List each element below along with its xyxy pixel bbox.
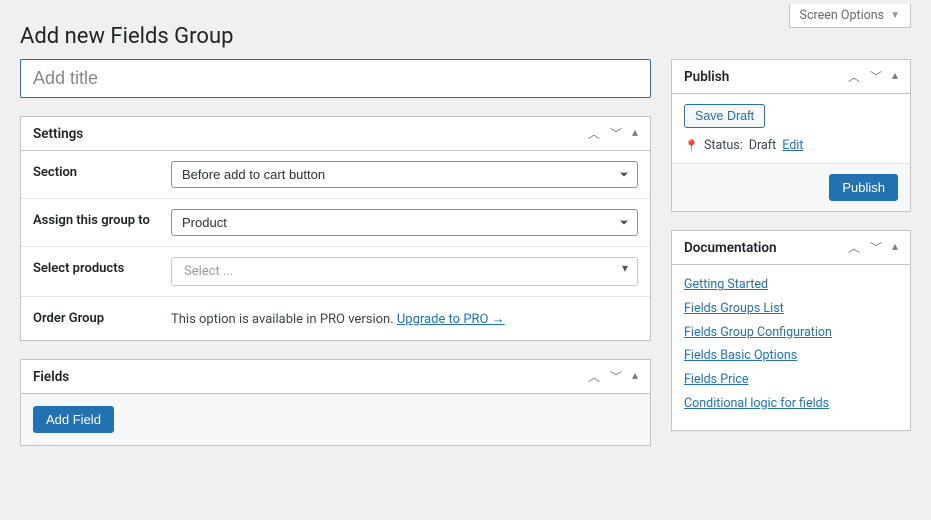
section-label: Section xyxy=(21,151,171,198)
move-down-icon[interactable]: ﹀ xyxy=(610,125,622,142)
move-up-icon[interactable]: ︿ xyxy=(848,239,860,256)
settings-heading: Settings xyxy=(33,126,83,142)
fields-header: Fields ︿ ﹀ ▴ xyxy=(21,360,650,394)
select-products-select[interactable]: Select ... xyxy=(171,257,638,286)
fields-box: Fields ︿ ﹀ ▴ Add Field xyxy=(20,359,651,446)
status-label: Status: xyxy=(704,138,743,153)
doc-link[interactable]: Fields Groups List xyxy=(684,297,898,321)
publish-box: Publish ︿ ﹀ ▴ Save Draft 📍 Status: Draft… xyxy=(671,59,911,212)
doc-link[interactable]: Fields Basic Options xyxy=(684,344,898,368)
move-down-icon[interactable]: ﹀ xyxy=(610,368,622,385)
add-field-button[interactable]: Add Field xyxy=(33,406,114,433)
doc-link[interactable]: Fields Price xyxy=(684,368,898,392)
toggle-panel-icon[interactable]: ▴ xyxy=(632,125,638,142)
documentation-box: Documentation ︿ ﹀ ▴ Getting Started Fiel… xyxy=(671,230,911,431)
documentation-header: Documentation ︿ ﹀ ▴ xyxy=(672,231,910,265)
assign-select[interactable]: Product xyxy=(171,209,638,236)
select-products-label: Select products xyxy=(21,247,171,296)
doc-link[interactable]: Fields Group Configuration xyxy=(684,321,898,345)
toggle-panel-icon[interactable]: ▴ xyxy=(632,368,638,385)
doc-link[interactable]: Getting Started xyxy=(684,273,898,297)
move-up-icon[interactable]: ︿ xyxy=(588,125,600,142)
doc-link[interactable]: Conditional logic for fields xyxy=(684,392,898,416)
settings-box: Settings ︿ ﹀ ▴ Section Before add to c xyxy=(20,116,651,341)
move-up-icon[interactable]: ︿ xyxy=(588,368,600,385)
upgrade-pro-link[interactable]: Upgrade to PRO → xyxy=(397,312,505,327)
screen-options-label: Screen Options xyxy=(800,8,885,23)
publish-header: Publish ︿ ﹀ ▴ xyxy=(672,60,910,94)
chevron-down-icon: ▼ xyxy=(890,10,900,21)
screen-options-tab[interactable]: Screen Options ▼ xyxy=(789,4,911,28)
publish-heading: Publish xyxy=(684,69,729,85)
status-value: Draft xyxy=(749,138,776,153)
fields-heading: Fields xyxy=(33,369,69,385)
move-down-icon[interactable]: ﹀ xyxy=(870,68,882,85)
save-draft-button[interactable]: Save Draft xyxy=(684,104,765,128)
toggle-panel-icon[interactable]: ▴ xyxy=(892,68,898,85)
assign-label: Assign this group to xyxy=(21,199,171,246)
publish-button[interactable]: Publish xyxy=(829,174,898,201)
order-group-text: This option is available in PRO version.… xyxy=(171,311,505,327)
order-group-msg: This option is available in PRO version. xyxy=(171,312,397,327)
pin-icon: 📍 xyxy=(684,139,698,153)
toggle-panel-icon[interactable]: ▴ xyxy=(892,239,898,256)
doc-links-list: Getting Started Fields Groups List Field… xyxy=(672,265,910,430)
move-down-icon[interactable]: ﹀ xyxy=(870,239,882,256)
documentation-heading: Documentation xyxy=(684,240,777,256)
move-up-icon[interactable]: ︿ xyxy=(848,68,860,85)
status-edit-link[interactable]: Edit xyxy=(782,138,803,153)
title-input[interactable] xyxy=(20,59,651,98)
section-select[interactable]: Before add to cart button xyxy=(171,161,638,188)
page-title: Add new Fields Group xyxy=(20,0,911,59)
settings-header: Settings ︿ ﹀ ▴ xyxy=(21,117,650,151)
order-group-label: Order Group xyxy=(21,297,171,340)
